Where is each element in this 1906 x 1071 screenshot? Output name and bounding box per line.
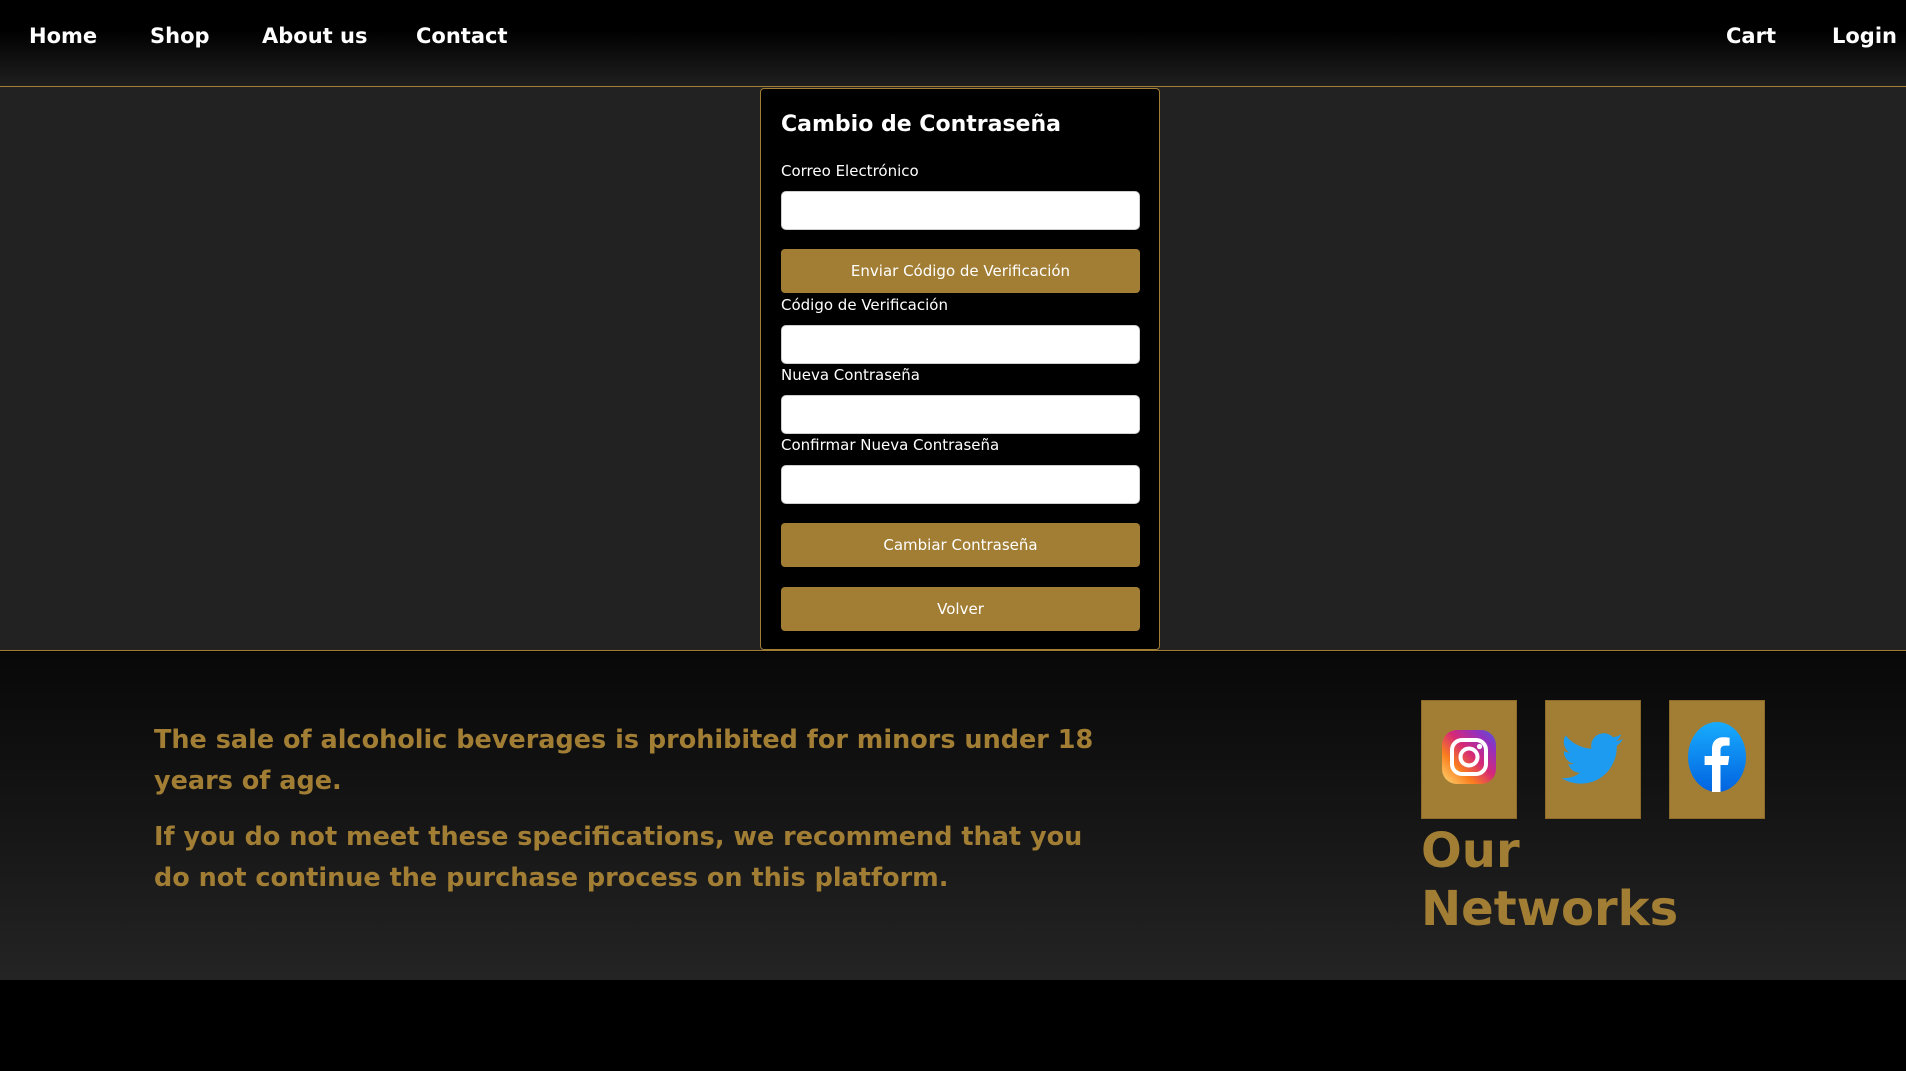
- email-field[interactable]: [781, 191, 1140, 230]
- nav-cart-link[interactable]: Cart: [1726, 22, 1776, 50]
- main-content: Cambio de Contraseña Correo Electrónico …: [0, 87, 1906, 651]
- networks-title: Our Networks: [1421, 823, 1679, 937]
- back-button[interactable]: Volver: [781, 587, 1140, 631]
- confirm-password-label: Confirmar Nueva Contraseña: [781, 436, 1000, 454]
- new-password-field[interactable]: [781, 395, 1140, 434]
- instagram-link[interactable]: [1421, 700, 1517, 819]
- nav-login-link[interactable]: Login: [1832, 22, 1897, 50]
- password-change-card: Cambio de Contraseña Correo Electrónico …: [760, 88, 1160, 650]
- send-code-button[interactable]: Enviar Código de Verificación: [781, 249, 1140, 293]
- change-password-button[interactable]: Cambiar Contraseña: [781, 523, 1140, 567]
- facebook-icon: [1686, 721, 1748, 798]
- purchase-warning-text: If you do not meet these specifications,…: [154, 822, 1083, 893]
- nav-about-link[interactable]: About us: [262, 22, 367, 50]
- twitter-icon: [1561, 721, 1624, 798]
- verification-code-field[interactable]: [781, 325, 1140, 364]
- code-label: Código de Verificación: [781, 296, 948, 314]
- navbar: Home Shop About us Contact Cart Login: [0, 0, 1906, 87]
- footer: The sale of alcoholic beverages is prohi…: [0, 652, 1906, 980]
- email-label: Correo Electrónico: [781, 162, 919, 180]
- facebook-link[interactable]: [1669, 700, 1765, 819]
- form-title: Cambio de Contraseña: [781, 112, 1061, 137]
- confirm-password-field[interactable]: [781, 465, 1140, 504]
- nav-home-link[interactable]: Home: [29, 22, 97, 50]
- new-password-label: Nueva Contraseña: [781, 366, 920, 384]
- age-warning-text: The sale of alcoholic beverages is prohi…: [154, 725, 1094, 796]
- instagram-icon: [1439, 721, 1499, 798]
- twitter-link[interactable]: [1545, 700, 1641, 819]
- nav-contact-link[interactable]: Contact: [416, 22, 508, 50]
- nav-shop-link[interactable]: Shop: [150, 22, 210, 50]
